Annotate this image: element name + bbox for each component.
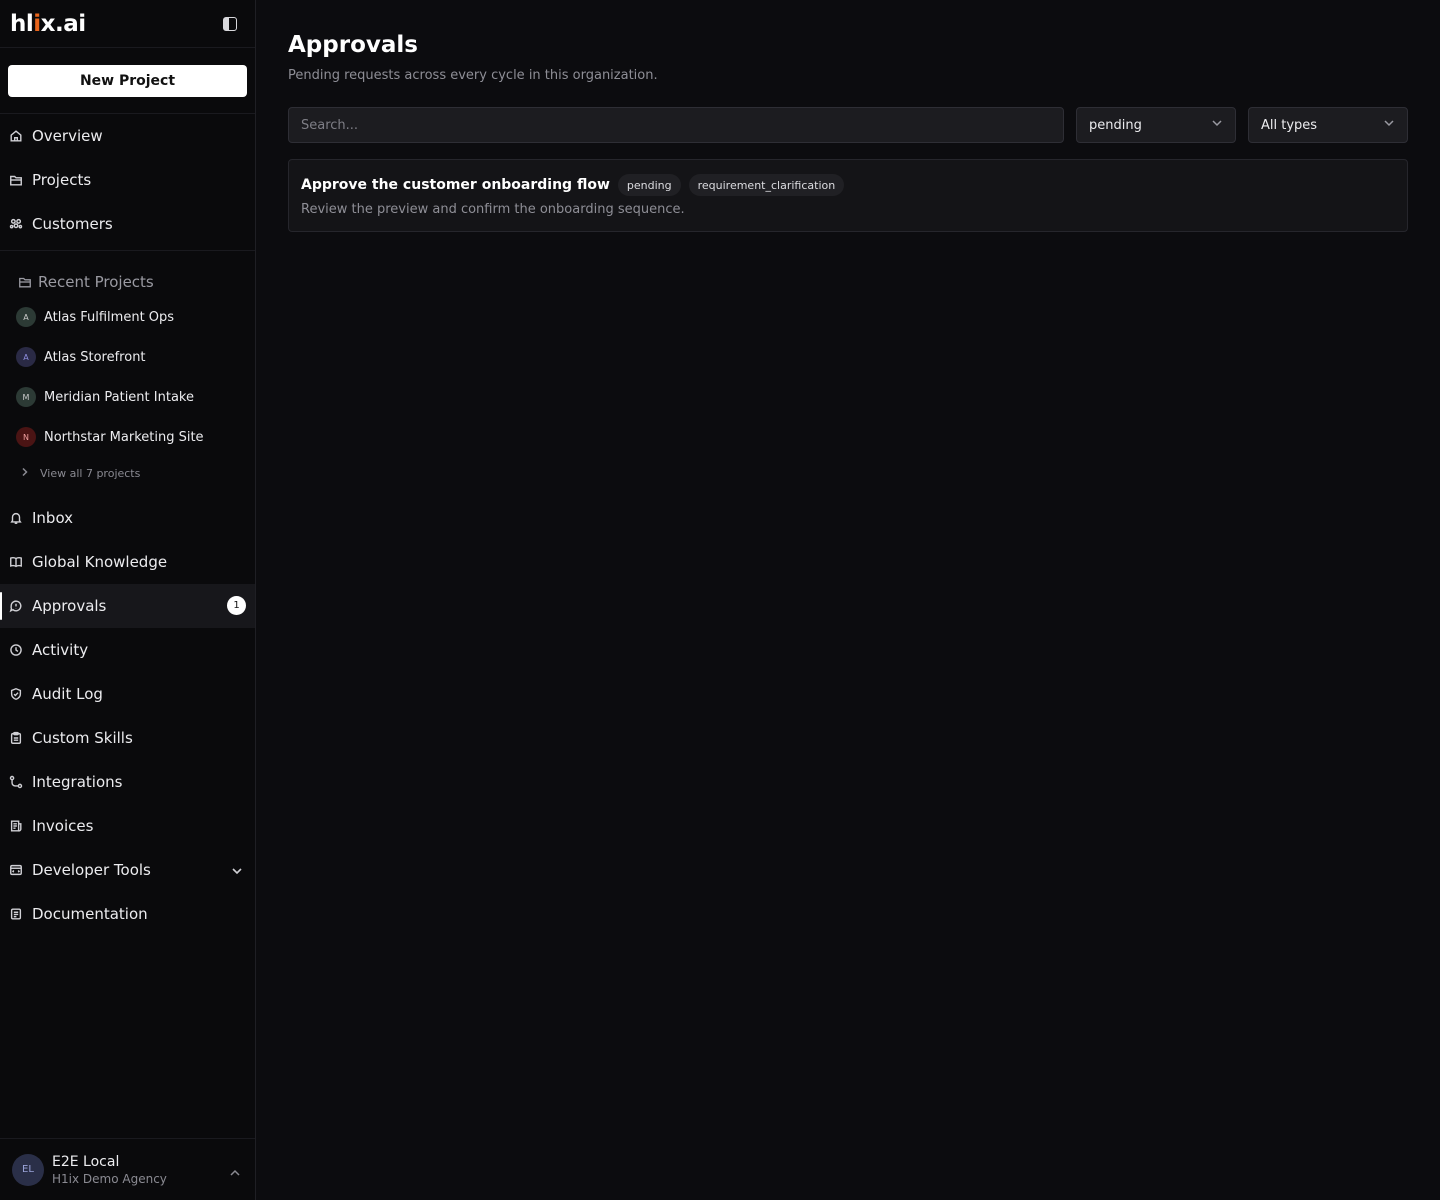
sidebar: hl i x.ai New Project Overview Projects Cu… — [0, 0, 256, 1200]
status-badge: pending — [617, 174, 681, 196]
home-icon — [8, 128, 24, 144]
sidebar-item-label: Custom Skills — [32, 729, 133, 747]
secondary-nav: Inbox Global Knowledge Approvals 1 Activ… — [0, 496, 255, 936]
sidebar-item-label: Documentation — [32, 905, 148, 923]
logo-row: hl i x.ai — [0, 0, 255, 48]
sidebar-item-inbox[interactable]: Inbox — [0, 496, 255, 540]
sidebar-item-global-knowledge[interactable]: Global Knowledge — [0, 540, 255, 584]
book-icon — [8, 554, 24, 570]
sidebar-item-label: Inbox — [32, 509, 74, 527]
approval-card-header: Approve the customer onboarding flow pen… — [301, 173, 1395, 197]
main-content: Approvals Pending requests across every … — [256, 0, 1440, 1200]
sidebar-item-integrations[interactable]: Integrations — [0, 760, 255, 804]
sidebar-toggle-icon[interactable] — [223, 16, 237, 31]
recent-project-item[interactable]: A Atlas Storefront — [0, 337, 255, 377]
sidebar-item-label: Customers — [32, 215, 113, 233]
sidebar-item-label: Projects — [32, 171, 92, 189]
sidebar-item-customers[interactable]: Customers — [0, 202, 255, 246]
invoice-icon — [8, 818, 24, 834]
type-badge: requirement_clarification — [688, 174, 845, 196]
sidebar-item-projects[interactable]: Projects — [0, 158, 255, 202]
view-all-label: View all 7 projects — [40, 466, 141, 480]
sidebar-item-label: Global Knowledge — [32, 553, 168, 571]
type-filter-value: All types — [1261, 117, 1318, 133]
status-filter-select[interactable]: pending — [1076, 107, 1236, 143]
recent-project-item[interactable]: M Meridian Patient Intake — [0, 377, 255, 417]
sidebar-item-label: Approvals — [32, 597, 107, 615]
sidebar-item-activity[interactable]: Activity — [0, 628, 255, 672]
sidebar-item-label: Audit Log — [32, 685, 103, 703]
chevron-down-icon[interactable] — [231, 863, 243, 875]
search-input[interactable] — [288, 107, 1064, 143]
user-org: H1ix Demo Agency — [52, 1171, 167, 1186]
primary-nav: Overview Projects Customers — [0, 114, 255, 246]
approval-icon — [8, 598, 24, 614]
user-name: E2E Local — [52, 1153, 120, 1170]
avatar: EL — [12, 1153, 44, 1186]
page-title: Approvals — [288, 32, 418, 58]
sidebar-item-label: Invoices — [32, 817, 94, 835]
recent-project-item[interactable]: N Northstar Marketing Site — [0, 417, 255, 457]
folder-icon — [18, 275, 32, 289]
recent-projects-list: A Atlas Fulfilment Ops A Atlas Storefron… — [0, 297, 255, 489]
project-avatar: N — [16, 427, 36, 447]
sidebar-item-label: Overview — [32, 127, 103, 145]
status-filter-value: pending — [1089, 117, 1142, 133]
sidebar-item-label: Developer Tools — [32, 861, 151, 879]
document-icon — [8, 906, 24, 922]
sidebar-item-audit-log[interactable]: Audit Log — [0, 672, 255, 716]
chevron-down-icon — [1383, 117, 1395, 133]
logo-text-left: hl — [10, 10, 34, 37]
sidebar-item-custom-skills[interactable]: Custom Skills — [0, 716, 255, 760]
approval-description: Review the preview and confirm the onboa… — [301, 202, 685, 217]
page-subtitle: Pending requests across every cycle in t… — [288, 68, 658, 83]
users-icon — [8, 216, 24, 232]
divider — [0, 250, 255, 251]
approval-title: Approve the customer onboarding flow — [301, 177, 610, 193]
clock-icon — [8, 642, 24, 658]
developer-icon — [8, 862, 24, 878]
recent-project-item[interactable]: A Atlas Fulfilment Ops — [0, 297, 255, 337]
approvals-count-badge: 1 — [227, 596, 246, 615]
recent-projects-title: Recent Projects — [38, 273, 154, 291]
logo[interactable]: hl i x.ai — [10, 11, 86, 37]
sidebar-item-documentation[interactable]: Documentation — [0, 892, 255, 936]
project-avatar: A — [16, 347, 36, 367]
recent-project-label: Northstar Marketing Site — [44, 429, 204, 445]
logo-text-right: x.ai — [40, 10, 86, 37]
user-info: E2E Local H1ix Demo Agency — [52, 1154, 167, 1186]
sidebar-item-label: Activity — [32, 641, 89, 659]
project-avatar: M — [16, 387, 36, 407]
view-all-projects-link[interactable]: View all 7 projects — [0, 457, 255, 489]
recent-project-label: Atlas Storefront — [44, 349, 146, 365]
recent-project-label: Meridian Patient Intake — [44, 389, 194, 405]
approval-card[interactable]: Approve the customer onboarding flow pen… — [288, 159, 1408, 232]
integrations-icon — [8, 774, 24, 790]
project-avatar: A — [16, 307, 36, 327]
chevron-down-icon — [1211, 117, 1223, 133]
type-filter-select[interactable]: All types — [1248, 107, 1408, 143]
sidebar-item-developer-tools[interactable]: Developer Tools — [0, 848, 255, 892]
chevron-right-icon — [20, 467, 32, 479]
sidebar-item-overview[interactable]: Overview — [0, 114, 255, 158]
new-project-button[interactable]: New Project — [8, 65, 247, 97]
clipboard-icon — [8, 730, 24, 746]
logo-accent: i — [33, 10, 41, 37]
shield-check-icon — [8, 686, 24, 702]
recent-project-label: Atlas Fulfilment Ops — [44, 309, 175, 325]
folder-icon — [8, 172, 24, 188]
user-menu[interactable]: EL E2E Local H1ix Demo Agency — [0, 1138, 255, 1200]
recent-projects-header: Recent Projects — [0, 270, 255, 294]
chevron-up-icon — [229, 1164, 241, 1183]
sidebar-item-invoices[interactable]: Invoices — [0, 804, 255, 848]
bell-icon — [8, 510, 24, 526]
sidebar-item-approvals[interactable]: Approvals 1 — [0, 584, 255, 628]
sidebar-item-label: Integrations — [32, 773, 123, 791]
filter-toolbar: pending All types — [288, 107, 1408, 143]
